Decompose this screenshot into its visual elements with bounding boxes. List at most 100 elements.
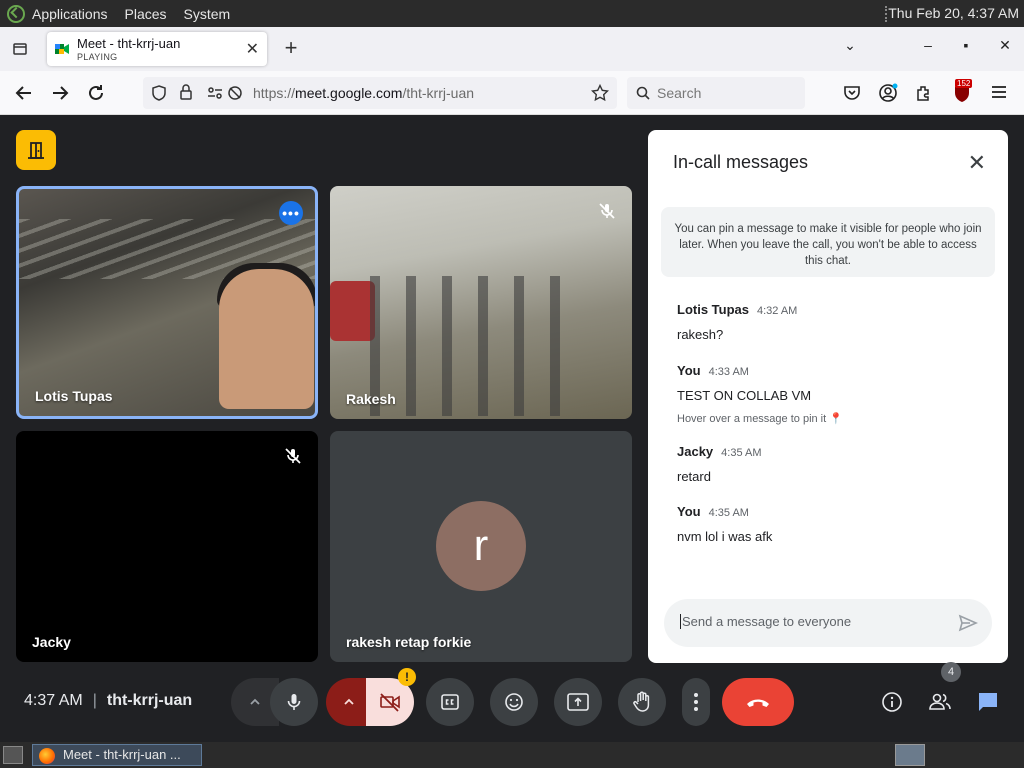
chat-message[interactable]: You 4:33 AM TEST ON COLLAB VM Hover over … [677, 363, 843, 425]
chat-message[interactable]: Jacky 4:35 AM retard [677, 444, 762, 484]
tab-list-icon [13, 43, 27, 55]
maximize-button[interactable]: ▪ [956, 37, 976, 53]
account-icon[interactable] [878, 83, 898, 103]
mic-icon [287, 694, 301, 710]
info-icon [882, 692, 902, 712]
meet-favicon-icon [55, 44, 69, 54]
call-controls: 4:37 AM | tht-krrj-uan ! 4 [0, 662, 1024, 742]
meeting-code: tht-krrj-uan [106, 692, 193, 709]
pin-hint-text: Hover over a message to pin it [677, 413, 827, 425]
taskbar: Meet - tht-krrj-uan ... [0, 742, 1024, 768]
chat-input-placeholder: Send a message to everyone [680, 614, 852, 629]
chat-title: In-call messages [673, 152, 809, 172]
participant-tile-lotis[interactable]: ••• Lotis Tupas [16, 186, 318, 419]
extensions-icon[interactable] [915, 84, 933, 102]
camera-blocked-icon[interactable] [227, 85, 243, 101]
pin-icon[interactable]: 📍 [829, 413, 843, 425]
url-bar[interactable]: https://meet.google.com/tht-krrj-uan [143, 77, 617, 109]
bookmark-star-icon[interactable] [591, 84, 609, 102]
more-options-icon[interactable]: ••• [279, 201, 303, 225]
search-icon [636, 86, 650, 100]
tab-close-icon[interactable]: ✕ [246, 39, 259, 59]
applications-menu[interactable]: Applications [32, 6, 108, 22]
tracking-shield-icon[interactable] [151, 85, 167, 101]
people-icon [929, 693, 951, 710]
message-sender: Lotis Tupas [677, 302, 749, 317]
people-button[interactable] [924, 686, 956, 718]
chat-panel: In-call messages ✕ You can pin a message… [648, 130, 1008, 663]
mic-off-icon [285, 448, 301, 464]
top-panel: Applications Places System Thu Feb 20, 4… [0, 0, 1024, 27]
places-menu[interactable]: Places [125, 6, 167, 22]
tab-list-button[interactable] [0, 27, 40, 71]
hamburger-menu-icon[interactable] [991, 85, 1007, 99]
tab-meet[interactable]: Meet - tht-krrj-uan PLAYING ✕ [47, 32, 267, 66]
distro-logo-icon[interactable] [7, 4, 25, 23]
chat-input[interactable]: Send a message to everyone [664, 599, 992, 647]
pin-hint: Hover over a message to pin it 📍 [677, 412, 843, 425]
hand-icon [633, 691, 650, 712]
panel-clock[interactable]: Thu Feb 20, 4:37 AM [888, 5, 1019, 21]
message-header: Jacky 4:35 AM [677, 444, 762, 459]
participant-tile-jacky[interactable]: Jacky [16, 431, 318, 662]
chevron-up-icon [250, 698, 260, 705]
pocket-icon[interactable] [843, 84, 861, 102]
leave-call-button[interactable] [722, 678, 794, 726]
message-time: 4:33 AM [708, 366, 749, 378]
close-chat-icon[interactable]: ✕ [968, 150, 986, 176]
taskbar-window-firefox[interactable]: Meet - tht-krrj-uan ... [32, 744, 202, 766]
permissions-icon[interactable] [207, 85, 223, 101]
captions-icon [441, 694, 459, 710]
show-desktop-icon[interactable] [3, 746, 23, 764]
chat-message[interactable]: You 4:35 AM nvm lol i was afk [677, 504, 772, 544]
participant-tile-rakesh[interactable]: Rakesh [330, 186, 632, 419]
avatar: r [436, 501, 526, 591]
reload-button[interactable] [84, 81, 108, 105]
system-menu[interactable]: System [184, 6, 231, 22]
search-bar[interactable]: Search [627, 77, 805, 109]
lock-icon[interactable] [179, 84, 193, 100]
extension-badge: 152 [955, 79, 973, 88]
url-text[interactable]: https://meet.google.com/tht-krrj-uan [253, 85, 474, 101]
message-header: Lotis Tupas 4:32 AM [677, 302, 797, 317]
meeting-details-button[interactable] [876, 686, 908, 718]
captions-button[interactable] [426, 678, 474, 726]
chat-button[interactable] [972, 686, 1004, 718]
more-options-button[interactable] [682, 678, 710, 726]
back-arrow-icon [15, 86, 31, 100]
send-icon[interactable] [958, 613, 978, 633]
message-sender: You [677, 504, 701, 519]
firefox-icon [39, 748, 55, 764]
meeting-room-button[interactable] [16, 130, 56, 170]
workspace-switcher[interactable] [895, 744, 925, 766]
forward-button[interactable] [48, 81, 72, 105]
search-placeholder: Search [657, 85, 702, 101]
present-button[interactable] [554, 678, 602, 726]
tab-bar: Meet - tht-krrj-uan PLAYING ✕ + ⌄ – ▪ ✕ [0, 27, 1024, 71]
close-window-button[interactable]: ✕ [995, 37, 1015, 54]
message-header: You 4:35 AM [677, 504, 772, 519]
new-tab-button[interactable]: + [280, 35, 302, 61]
chat-message[interactable]: Lotis Tupas 4:32 AM rakesh? [677, 302, 797, 342]
minimize-button[interactable]: – [918, 37, 938, 53]
camera-warning-badge[interactable]: ! [398, 668, 416, 686]
list-all-tabs-icon[interactable]: ⌄ [840, 37, 860, 54]
end-call-icon [747, 699, 769, 707]
url-domain: meet.google.com [295, 85, 403, 101]
chat-icon [979, 693, 997, 711]
participant-name: Jacky [32, 634, 71, 650]
raise-hand-button[interactable] [618, 678, 666, 726]
message-sender: Jacky [677, 444, 714, 459]
reactions-button[interactable] [490, 678, 538, 726]
message-sender: You [677, 363, 701, 378]
back-button[interactable] [12, 81, 36, 105]
message-text: rakesh? [677, 327, 724, 342]
mic-button[interactable] [270, 678, 318, 726]
message-text: nvm lol i was afk [677, 529, 773, 544]
meeting-time: 4:37 AM [24, 692, 83, 709]
participant-tile-rakesh-retap[interactable]: r rakesh retap forkie [330, 431, 632, 662]
message-text: retard [677, 469, 711, 484]
video-object [330, 281, 375, 341]
navigation-bar: https://meet.google.com/tht-krrj-uan Sea… [0, 71, 1024, 115]
camera-off-icon [380, 693, 400, 712]
